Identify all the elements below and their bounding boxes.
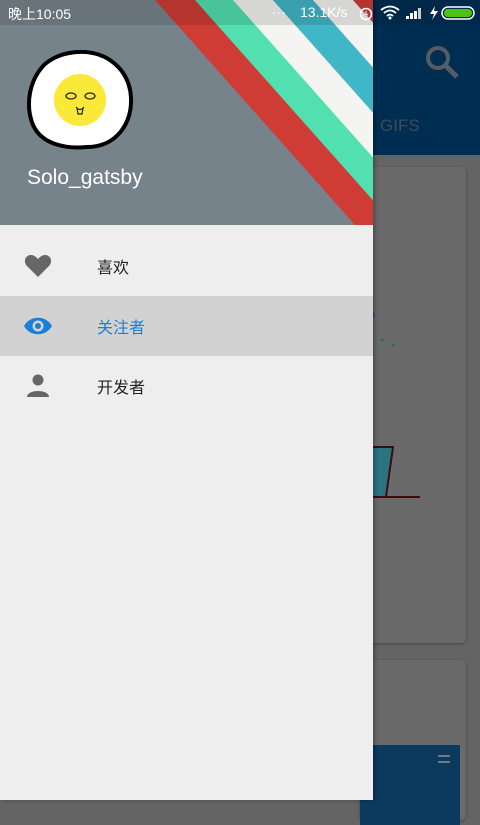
battery-icon	[441, 6, 475, 20]
menu-icon[interactable]	[438, 755, 450, 763]
charging-icon	[430, 6, 438, 20]
menu-item-followers[interactable]: 关注者	[0, 296, 373, 356]
person-icon	[27, 374, 49, 397]
content-card[interactable]	[360, 660, 466, 825]
notification-dots: ...	[272, 1, 287, 17]
clock: 晚上10:05	[8, 6, 72, 22]
menu-item-developer[interactable]: 开发者	[0, 356, 373, 416]
heart-icon	[24, 255, 52, 277]
status-bar: 晚上10:05 ... 13.1K/s	[0, 0, 480, 25]
alarm-icon	[359, 7, 373, 21]
drawer-header: Solo_gatsby	[0, 0, 373, 225]
drawer-menu: 喜欢 关注者 开发者	[0, 236, 373, 416]
content-card[interactable]	[360, 167, 466, 643]
search-icon[interactable]	[424, 44, 460, 80]
card-illustration	[365, 310, 420, 498]
eye-icon	[24, 317, 52, 335]
wifi-icon	[380, 5, 400, 20]
menu-item-label: 开发者	[97, 380, 146, 397]
signal-icon	[406, 8, 421, 19]
navigation-drawer: Solo_gatsby 喜欢 关注者 开发者	[0, 0, 373, 800]
menu-item-label: 喜欢	[97, 260, 130, 277]
username: Solo_gatsby	[27, 166, 143, 189]
network-speed: 13.1K/s	[300, 4, 348, 20]
tab-gifs[interactable]: GIFS	[380, 116, 420, 136]
menu-item-label: 关注者	[97, 320, 146, 337]
avatar[interactable]	[27, 50, 133, 150]
card-thumbnail	[360, 745, 460, 825]
menu-item-likes[interactable]: 喜欢	[0, 236, 373, 296]
